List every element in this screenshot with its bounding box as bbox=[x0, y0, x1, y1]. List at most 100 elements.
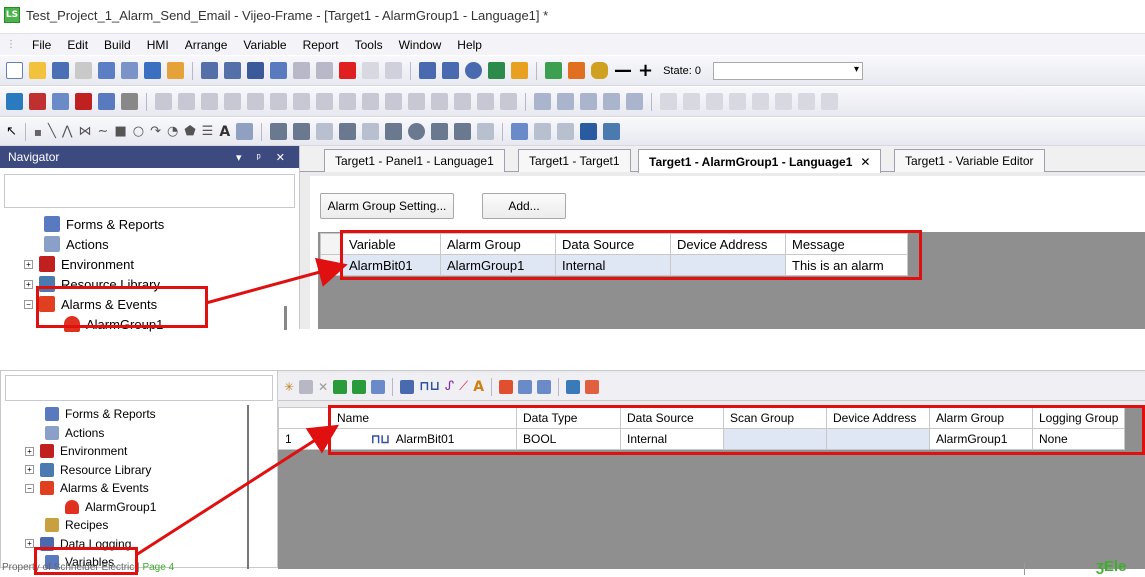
switch-icon[interactable] bbox=[270, 123, 288, 140]
simulate-icon[interactable] bbox=[545, 62, 562, 79]
column-header[interactable]: Variable bbox=[342, 233, 441, 255]
structure-icon[interactable] bbox=[499, 379, 514, 394]
expand-icon[interactable]: + bbox=[25, 446, 34, 456]
table-cell[interactable]: Internal bbox=[620, 428, 724, 450]
arc-icon[interactable]: ↷ bbox=[150, 124, 161, 139]
binoculars-icon[interactable] bbox=[121, 93, 138, 110]
float-icon[interactable]: ⟋ bbox=[459, 379, 468, 394]
lock-icon[interactable] bbox=[591, 62, 608, 79]
menu-window[interactable]: Window bbox=[391, 38, 450, 52]
tab-panel1[interactable]: Target1 - Panel1 - Language1 bbox=[324, 149, 505, 172]
table-cell[interactable] bbox=[670, 254, 786, 276]
tab-variable-editor[interactable]: Target1 - Variable Editor bbox=[894, 149, 1045, 172]
paste-special-icon[interactable] bbox=[316, 62, 333, 79]
dot-icon[interactable]: ▪ bbox=[34, 125, 42, 139]
tab-alarmgroup1[interactable]: Target1 - AlarmGroup1 - Language1 ✕ bbox=[638, 149, 882, 173]
navigator-scrollbar[interactable] bbox=[247, 405, 249, 569]
object-icon[interactable] bbox=[534, 123, 552, 140]
pointer-icon[interactable]: ↖ bbox=[6, 124, 17, 139]
format-icon[interactable] bbox=[683, 93, 700, 110]
home-icon[interactable] bbox=[511, 62, 528, 79]
tree-item-resource-library[interactable]: + Resource Library bbox=[4, 274, 299, 294]
grid-view-icon[interactable] bbox=[585, 379, 600, 394]
integer-icon[interactable]: ᔑ bbox=[445, 379, 454, 394]
column-header[interactable]: Device Address bbox=[670, 233, 786, 255]
expand-icon[interactable]: + bbox=[25, 539, 34, 549]
expand-icon[interactable]: + bbox=[24, 279, 33, 289]
line-icon[interactable]: ╲ bbox=[48, 124, 56, 139]
align-center-icon[interactable] bbox=[385, 93, 402, 110]
discrete-icon[interactable]: ⊓⊔ bbox=[419, 379, 440, 394]
link-icon[interactable] bbox=[431, 123, 449, 140]
tree-view-icon[interactable] bbox=[566, 379, 581, 394]
alarm-group-setting-button[interactable]: Alarm Group Setting... bbox=[320, 193, 454, 219]
format-icon[interactable] bbox=[729, 93, 746, 110]
column-header[interactable]: Logging Group bbox=[1031, 407, 1126, 429]
build-icon[interactable] bbox=[167, 62, 184, 79]
object-icon[interactable] bbox=[557, 123, 575, 140]
column-header[interactable]: Alarm Group bbox=[440, 233, 556, 255]
gear-icon[interactable] bbox=[408, 123, 426, 140]
rectangle-icon[interactable]: ■ bbox=[114, 124, 126, 139]
numeric-icon[interactable] bbox=[316, 123, 334, 140]
column-header[interactable]: Scan Group bbox=[723, 407, 827, 429]
find-icon[interactable] bbox=[385, 62, 402, 79]
tab-target1[interactable]: Target1 - Target1 bbox=[518, 149, 631, 172]
table-cell[interactable]: AlarmBit01 bbox=[342, 254, 441, 276]
new-variable-icon[interactable]: ✳ bbox=[284, 380, 294, 394]
table-row[interactable]: 1 AlarmBit01 AlarmGroup1 Internal This i… bbox=[320, 254, 908, 276]
picture-icon[interactable] bbox=[236, 123, 254, 140]
table-cell[interactable] bbox=[826, 428, 930, 450]
order-icon[interactable] bbox=[534, 93, 551, 110]
column-header[interactable]: Data Type bbox=[516, 407, 621, 429]
format-icon[interactable] bbox=[706, 93, 723, 110]
align-right-icon[interactable] bbox=[408, 93, 425, 110]
order-icon[interactable] bbox=[603, 93, 620, 110]
refresh-icon[interactable] bbox=[488, 62, 505, 79]
tree-item-forms-reports[interactable]: Forms & Reports bbox=[5, 405, 277, 424]
tree-item-environment[interactable]: + Environment bbox=[5, 442, 277, 461]
copy-icon[interactable] bbox=[270, 62, 287, 79]
properties-icon[interactable] bbox=[98, 62, 115, 79]
align-icon[interactable] bbox=[155, 93, 172, 110]
order-icon[interactable] bbox=[557, 93, 574, 110]
object-icon[interactable] bbox=[580, 123, 598, 140]
ungroup-icon[interactable] bbox=[316, 93, 333, 110]
align-top-icon[interactable] bbox=[431, 93, 448, 110]
circle-icon[interactable]: ○ bbox=[133, 124, 144, 139]
object-icon[interactable] bbox=[511, 123, 529, 140]
window-icon[interactable] bbox=[454, 123, 472, 140]
forward-arrow-icon[interactable] bbox=[442, 62, 459, 79]
import-icon[interactable] bbox=[299, 379, 314, 394]
tree-item-environment[interactable]: + Environment bbox=[4, 254, 299, 274]
align-icon[interactable] bbox=[178, 93, 195, 110]
format-icon[interactable] bbox=[798, 93, 815, 110]
back-arrow-icon[interactable] bbox=[419, 62, 436, 79]
format-icon[interactable] bbox=[775, 93, 792, 110]
lamp-icon[interactable] bbox=[293, 123, 311, 140]
shape-icon[interactable]: ⬟ bbox=[184, 124, 195, 139]
tree-item-forms-reports[interactable]: Forms & Reports bbox=[4, 214, 299, 234]
tree-item-alarmgroup1[interactable]: AlarmGroup1 bbox=[4, 314, 299, 334]
tree-item-actions[interactable]: Actions bbox=[5, 424, 277, 443]
table-cell[interactable]: This is an alarm bbox=[785, 254, 908, 276]
column-header[interactable]: Alarm Group bbox=[929, 407, 1033, 429]
add-button[interactable]: Add... bbox=[482, 193, 566, 219]
flip-icon[interactable] bbox=[247, 93, 264, 110]
trend-icon[interactable] bbox=[477, 123, 495, 140]
state-dropdown[interactable] bbox=[713, 61, 864, 80]
menu-arrange[interactable]: Arrange bbox=[177, 38, 236, 52]
table-view-icon[interactable] bbox=[400, 379, 415, 394]
slider-icon[interactable] bbox=[385, 123, 403, 140]
delete-icon[interactable] bbox=[339, 62, 356, 79]
collapse-icon[interactable]: − bbox=[25, 483, 34, 493]
table-cell[interactable]: Internal bbox=[555, 254, 671, 276]
column-header[interactable]: Data Source bbox=[555, 233, 671, 255]
format-icon[interactable] bbox=[821, 93, 838, 110]
save-icon[interactable] bbox=[52, 62, 69, 79]
alarm-panel-icon[interactable] bbox=[29, 93, 46, 110]
menu-help[interactable]: Help bbox=[449, 38, 490, 52]
flip-icon[interactable] bbox=[270, 93, 287, 110]
menu-build[interactable]: Build bbox=[96, 38, 139, 52]
open-folder-icon[interactable] bbox=[29, 62, 46, 79]
